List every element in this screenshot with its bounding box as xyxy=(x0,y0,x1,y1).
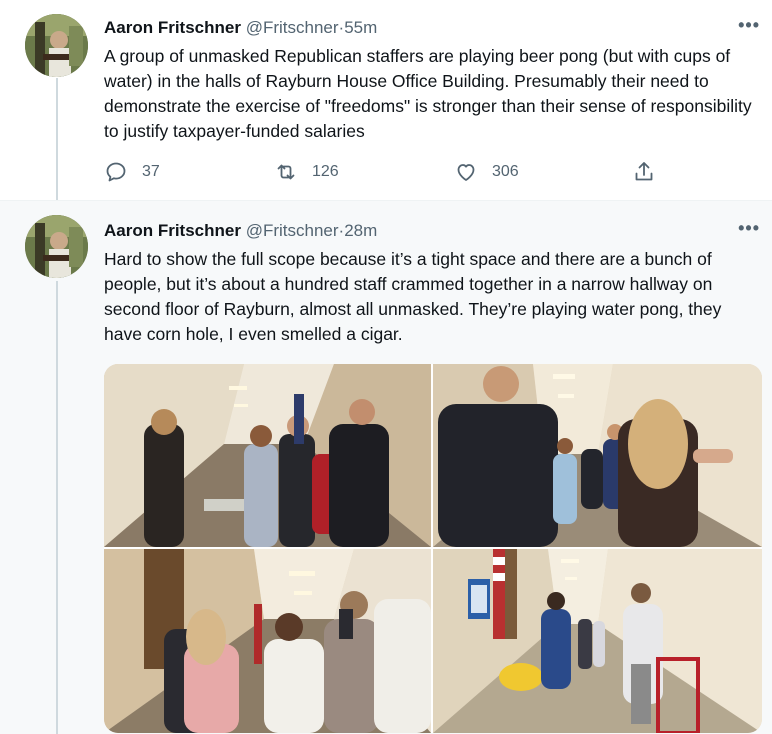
tweet-1[interactable]: Aaron Fritschner @Fritschner·55m ••• A g… xyxy=(0,0,772,200)
user-handle[interactable]: @Fritschner xyxy=(246,221,339,240)
tweet-2[interactable]: Aaron Fritschner @Fritschner·28m ••• Har… xyxy=(0,200,772,734)
heart-icon xyxy=(457,164,475,181)
retweet-count: 126 xyxy=(312,163,339,180)
like-count: 306 xyxy=(492,163,519,180)
photo-3[interactable] xyxy=(104,549,431,733)
reply-count: 37 xyxy=(142,163,160,180)
share-icon xyxy=(635,162,653,181)
display-name[interactable]: Aaron Fritschner xyxy=(104,221,241,240)
tweet-header: Aaron Fritschner @Fritschner·28m xyxy=(104,220,377,242)
photo-1[interactable] xyxy=(104,364,431,547)
like-button[interactable]: 306 xyxy=(454,160,519,184)
photo-grid xyxy=(104,364,762,733)
tweet-text: A group of unmasked Republican staffers … xyxy=(104,46,752,141)
photo-2[interactable] xyxy=(433,364,762,547)
more-icon[interactable]: ••• xyxy=(738,218,760,239)
reply-icon xyxy=(106,162,126,182)
tweet-actions: 37 126 306 xyxy=(104,160,664,188)
avatar[interactable] xyxy=(25,14,88,77)
retweet-icon xyxy=(277,164,295,180)
thread-line xyxy=(56,78,58,200)
retweet-button[interactable]: 126 xyxy=(274,160,339,184)
timestamp[interactable]: 28m xyxy=(344,221,377,240)
thread-line xyxy=(56,281,58,734)
photo-4[interactable] xyxy=(433,549,762,733)
share-button[interactable] xyxy=(632,160,670,184)
reply-button[interactable]: 37 xyxy=(104,160,160,184)
tweet-text: Hard to show the full scope because it’s… xyxy=(104,249,722,344)
display-name[interactable]: Aaron Fritschner xyxy=(104,18,241,37)
user-handle[interactable]: @Fritschner xyxy=(246,18,339,37)
timestamp[interactable]: 55m xyxy=(344,18,377,37)
avatar[interactable] xyxy=(25,215,88,278)
more-icon[interactable]: ••• xyxy=(738,15,760,36)
tweet-header: Aaron Fritschner @Fritschner·55m xyxy=(104,17,377,39)
